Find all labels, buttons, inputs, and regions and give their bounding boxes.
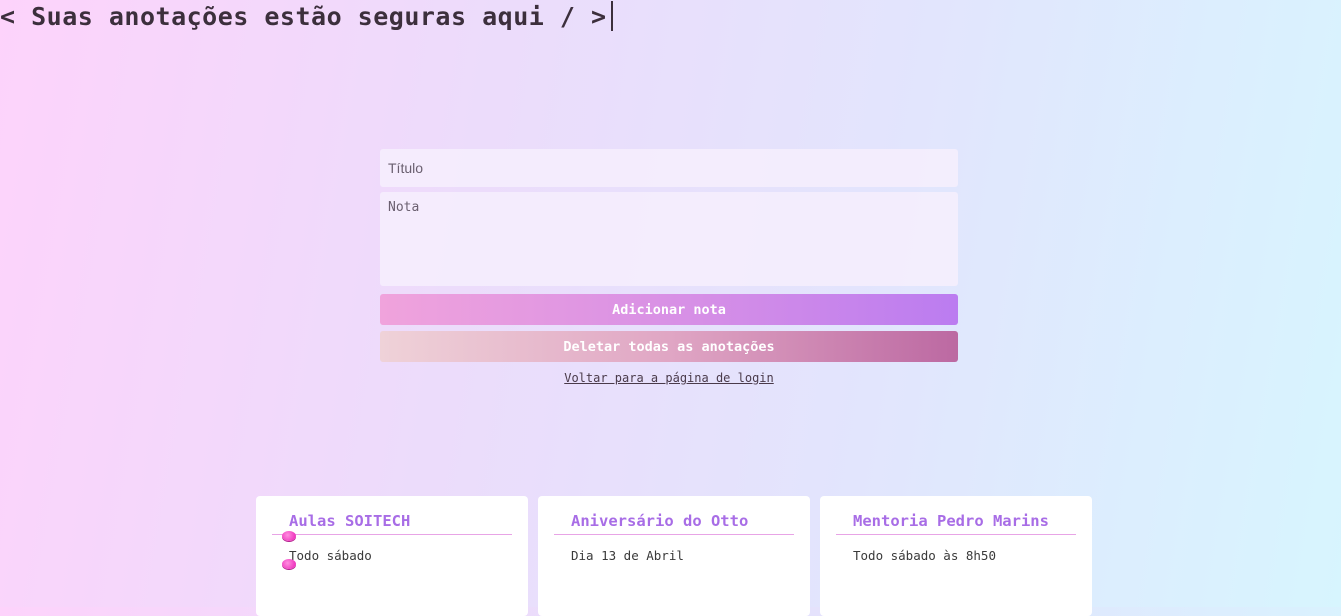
page-title-text: < Suas anotações estão seguras aqui / >: [0, 1, 607, 31]
text-caret: [610, 1, 613, 31]
note-card[interactable]: Aulas SOITECH Todo sábado: [256, 496, 528, 616]
note-title: Aulas SOITECH: [272, 512, 512, 535]
title-input[interactable]: [380, 149, 958, 187]
note-title: Aniversário do Otto: [554, 512, 794, 535]
note-title: Mentoria Pedro Marins: [836, 512, 1076, 535]
back-to-login-link[interactable]: Voltar para a página de login: [380, 371, 958, 385]
note-card[interactable]: Aniversário do Otto Dia 13 de Abril: [538, 496, 810, 616]
note-text: Todo sábado: [289, 548, 372, 563]
pin-icon: [282, 531, 296, 541]
note-text: Dia 13 de Abril: [571, 548, 684, 563]
notes-list: Aulas SOITECH Todo sábado Aniversário do…: [256, 496, 1092, 616]
page-title: < Suas anotações estão seguras aqui / >: [0, 0, 613, 32]
pin-icon: [282, 559, 296, 569]
add-note-button[interactable]: Adicionar nota: [380, 294, 958, 325]
note-textarea[interactable]: [380, 192, 958, 286]
delete-all-notes-button[interactable]: Deletar todas as anotações: [380, 331, 958, 362]
note-text: Todo sábado às 8h50: [853, 548, 996, 563]
note-form: Adicionar nota Deletar todas as anotaçõe…: [380, 149, 958, 385]
note-card[interactable]: Mentoria Pedro Marins Todo sábado às 8h5…: [820, 496, 1092, 616]
